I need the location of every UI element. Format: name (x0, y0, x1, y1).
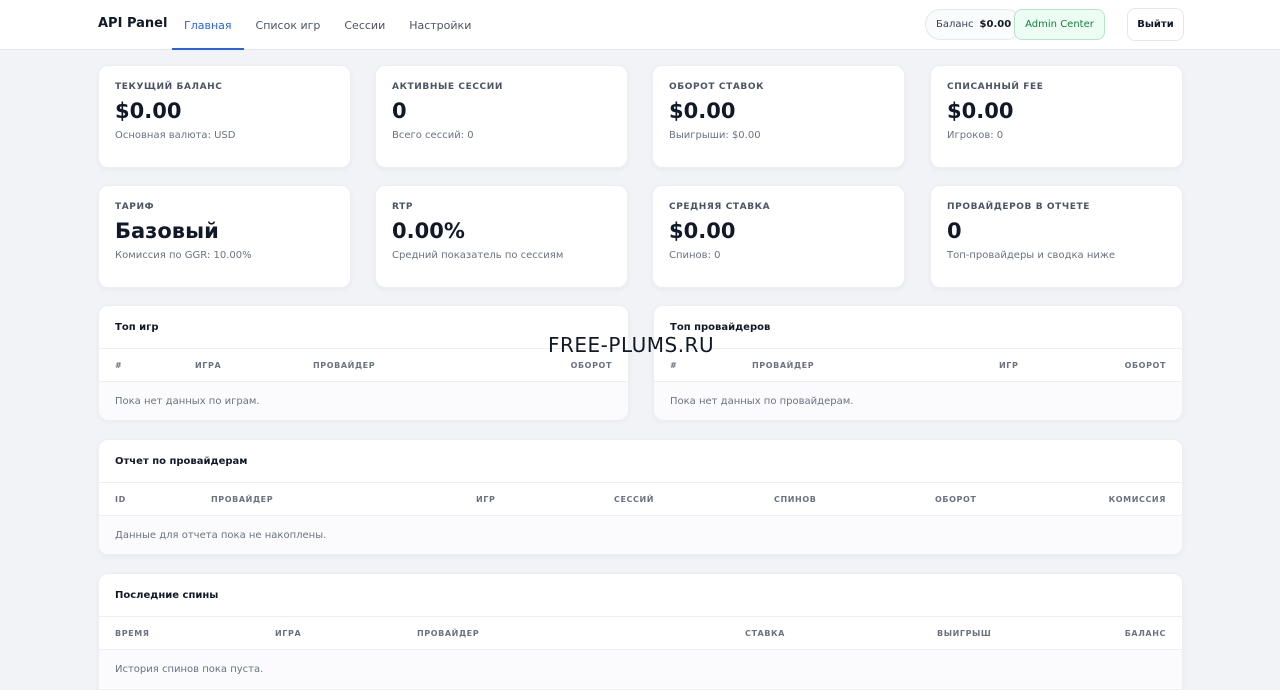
stat-value: $0.00 (115, 99, 182, 123)
column-header: Оборот (570, 360, 612, 370)
panel-title: Топ провайдеров (654, 306, 1182, 349)
stat-label: Тариф (115, 202, 155, 212)
top-navbar: API Panel Главная Список игр Сессии Наст… (0, 0, 1280, 50)
stat-subtext: Средний показатель по сессиям (392, 250, 564, 261)
stat-label: Оборот ставок (669, 82, 765, 92)
column-header: Комиссия (1108, 494, 1166, 504)
stat-subtext: Комиссия по GGR: 10.00% (115, 250, 252, 261)
stat-label: Списанный fee (947, 82, 1044, 92)
stat-card-providers-in-report: Провайдеров в отчете 0 Топ-провайдеры и … (930, 185, 1183, 288)
stat-subtext: Спинов: 0 (669, 250, 721, 261)
stat-label: RTP (392, 202, 414, 212)
stat-subtext: Игроков: 0 (947, 130, 1004, 141)
stat-value: Базовый (115, 219, 219, 243)
column-header: # (115, 360, 123, 370)
recent-spins-panel: Последние спины Время Игра Провайдер Ста… (98, 573, 1183, 690)
stat-value: $0.00 (669, 219, 736, 243)
stat-label: Провайдеров в отчете (947, 202, 1091, 212)
stat-label: Активные сессии (392, 82, 504, 92)
brand-logo[interactable]: API Panel (98, 16, 167, 31)
column-header: # (670, 360, 678, 370)
stat-value: $0.00 (947, 99, 1014, 123)
column-header: Игра (195, 360, 222, 370)
column-header: Сессий (614, 494, 655, 504)
stat-label: Текущий баланс (115, 82, 223, 92)
provider-report-panel: Отчет по провайдерам ID Провайдер Игр Се… (98, 439, 1183, 555)
main-nav: Главная Список игр Сессии Настройки (172, 0, 483, 50)
balance-badge: Баланс $0.00 (925, 9, 1023, 40)
logout-button[interactable]: Выйти (1127, 8, 1184, 41)
table-header: Время Игра Провайдер Ставка Выигрыш Бала… (99, 617, 1182, 650)
stat-card-average-bet: Средняя ставка $0.00 Спинов: 0 (652, 185, 905, 288)
stat-value: 0 (392, 99, 407, 123)
empty-state-message: Пока нет данных по провайдерам. (654, 382, 1182, 420)
stat-label: Средняя ставка (669, 202, 771, 212)
stat-value: 0 (947, 219, 962, 243)
stat-card-charged-fee: Списанный fee $0.00 Игроков: 0 (930, 65, 1183, 168)
column-header: ID (115, 494, 126, 504)
nav-sessions[interactable]: Сессии (332, 0, 397, 50)
column-header: Провайдер (211, 494, 274, 504)
empty-state-message: Пока нет данных по играм. (99, 382, 628, 420)
column-header: Провайдер (313, 360, 376, 370)
column-header: Игр (476, 494, 496, 504)
column-header: Оборот (935, 494, 977, 504)
balance-label: Баланс (936, 19, 974, 30)
stat-value: $0.00 (669, 99, 736, 123)
top-games-panel: Топ игр # Игра Провайдер Оборот Пока нет… (98, 305, 629, 420)
nav-home[interactable]: Главная (172, 0, 244, 50)
admin-center-button[interactable]: Admin Center (1014, 9, 1105, 40)
stat-subtext: Всего сессий: 0 (392, 130, 474, 141)
column-header: Выигрыш (937, 628, 992, 638)
column-header: Игра (275, 628, 302, 638)
stat-card-bet-turnover: Оборот ставок $0.00 Выигрыши: $0.00 (652, 65, 905, 168)
column-header: Баланс (1124, 628, 1166, 638)
stat-value: 0.00% (392, 219, 465, 243)
stat-card-current-balance: Текущий баланс $0.00 Основная валюта: US… (98, 65, 351, 168)
stat-card-tariff: Тариф Базовый Комиссия по GGR: 10.00% (98, 185, 351, 288)
watermark-text: FREE-PLUMS.RU (548, 333, 715, 357)
column-header: Провайдер (417, 628, 480, 638)
column-header: Ставка (745, 628, 785, 638)
empty-state-message: История спинов пока пуста. (99, 650, 1182, 688)
panel-title: Последние спины (99, 574, 1182, 617)
table-header: # Провайдер Игр Оборот (654, 349, 1182, 382)
table-header: ID Провайдер Игр Сессий Спинов Оборот Ко… (99, 483, 1182, 516)
top-providers-panel: Топ провайдеров # Провайдер Игр Оборот П… (653, 305, 1183, 420)
nav-games-list[interactable]: Список игр (244, 0, 333, 50)
column-header: Игр (999, 360, 1019, 370)
column-header: Оборот (1124, 360, 1166, 370)
column-header: Время (115, 628, 150, 638)
stat-card-active-sessions: Активные сессии 0 Всего сессий: 0 (375, 65, 628, 168)
stat-card-rtp: RTP 0.00% Средний показатель по сессиям (375, 185, 628, 288)
panel-title: Отчет по провайдерам (99, 440, 1182, 483)
empty-state-message: Данные для отчета пока не накоплены. (99, 516, 1182, 554)
balance-value: $0.00 (979, 19, 1012, 30)
stat-subtext: Основная валюта: USD (115, 130, 236, 141)
stat-subtext: Выигрыши: $0.00 (669, 130, 761, 141)
nav-settings[interactable]: Настройки (397, 0, 483, 50)
stat-subtext: Топ-провайдеры и сводка ниже (947, 250, 1116, 261)
column-header: Спинов (774, 494, 817, 504)
column-header: Провайдер (752, 360, 815, 370)
